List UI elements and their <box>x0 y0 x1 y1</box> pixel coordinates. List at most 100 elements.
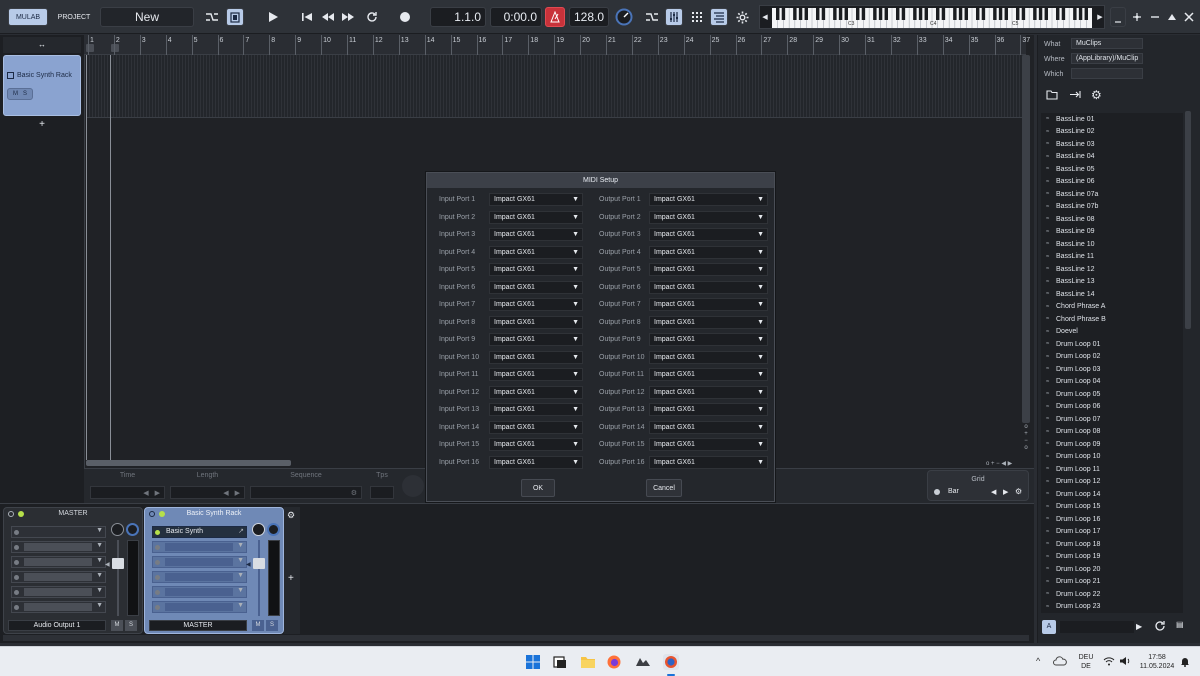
preview-slider[interactable] <box>1060 621 1134 633</box>
rewind-icon[interactable] <box>319 8 337 26</box>
clip-list-item[interactable]: ≈ Drum Loop 22 <box>1041 588 1183 601</box>
input-port-select[interactable]: Impact GX61 ▼ <box>489 333 583 346</box>
add-strip-button[interactable]: + <box>288 573 294 584</box>
horizontal-scrollbar[interactable] <box>86 460 291 466</box>
wifi-icon[interactable] <box>1103 656 1115 668</box>
octave-up-icon[interactable]: ▶ <box>1095 13 1105 23</box>
track-lane[interactable] <box>86 55 1026 118</box>
clip-list-item[interactable]: ≈ Drum Loop 21 <box>1041 576 1183 589</box>
insert-slot[interactable]: ▼ <box>11 586 106 598</box>
output-port-select[interactable]: Impact GX61 ▼ <box>649 455 768 469</box>
time-display[interactable]: 0:00.0 <box>490 7 542 27</box>
clip-list-item[interactable]: ≈ Chord Phrase B <box>1041 313 1183 326</box>
clip-list-item[interactable]: ≈ BassLine 05 <box>1041 163 1183 176</box>
pan-knob[interactable] <box>252 523 265 536</box>
volume-fader[interactable] <box>112 558 124 569</box>
insert-slot[interactable]: ▼ <box>11 556 106 568</box>
clip-list-item[interactable]: ≈ Drum Loop 17 <box>1041 526 1183 539</box>
length-field[interactable]: ◀ ▶ <box>170 486 245 499</box>
time-field[interactable]: ◀ ▶ <box>90 486 165 499</box>
clip-list-item[interactable]: ≈ Drum Loop 20 <box>1041 563 1183 576</box>
octave-down-icon[interactable]: ◀ <box>760 13 770 23</box>
fast-forward-icon[interactable] <box>339 8 357 26</box>
sequence-gear-icon[interactable]: ⚙ <box>351 489 357 497</box>
arrow-right-icon[interactable]: ▶ <box>235 489 240 497</box>
windows-start-icon[interactable] <box>526 655 540 669</box>
tempo-display[interactable]: 128.0 <box>569 7 609 27</box>
clip-list-item[interactable]: ≈ Doevel <box>1041 326 1183 339</box>
record-icon[interactable] <box>396 8 414 26</box>
clip-list-item[interactable]: ≈ Drum Loop 15 <box>1041 501 1183 514</box>
arrow-right-icon[interactable]: ▶ <box>155 489 160 497</box>
timeline-ruler[interactable]: 1 2 3 4 5 6 7 8 9 10 11 12 13 14 15 16 17 18 19 20 21 22 23 24 2… <box>84 35 1030 55</box>
panel-toggle-icon[interactable] <box>1110 7 1126 27</box>
pan-knob[interactable] <box>111 523 124 536</box>
input-port-select[interactable]: Impact GX61 ▼ <box>489 263 583 276</box>
track-mute-button[interactable]: M <box>13 91 18 97</box>
knob[interactable] <box>402 475 424 497</box>
output-port-select[interactable]: Impact GX61 ▼ <box>649 420 768 434</box>
pin-icon[interactable] <box>1130 8 1144 26</box>
input-port-select[interactable]: Impact GX61 ▼ <box>489 403 583 416</box>
clip-list-item[interactable]: ≈ Drum Loop 02 <box>1041 351 1183 364</box>
clip-list-item[interactable]: ≈ BassLine 07b <box>1041 201 1183 214</box>
output-port-select[interactable]: Impact GX61 ▼ <box>649 280 768 294</box>
firefox-icon[interactable] <box>607 655 621 669</box>
clip-list-item[interactable]: ≈ Drum Loop 05 <box>1041 388 1183 401</box>
input-port-select[interactable]: Impact GX61 ▼ <box>489 228 583 241</box>
input-language[interactable]: DEU DE <box>1077 653 1095 671</box>
insert-slot[interactable]: ▼ <box>152 586 247 598</box>
what-field[interactable]: MuClips <box>1071 38 1143 49</box>
grid-prev-icon[interactable]: ◀ <box>991 488 996 496</box>
clip-list-item[interactable]: ≈ Drum Loop 12 <box>1041 476 1183 489</box>
mixer-view-icon[interactable] <box>665 8 683 26</box>
output-port-select[interactable]: Impact GX61 ▼ <box>649 315 768 329</box>
clip-list-item[interactable]: ≈ Drum Loop 01 <box>1041 338 1183 351</box>
clip-list-item[interactable]: ≈ Drum Loop 04 <box>1041 376 1183 389</box>
clip-list-item[interactable]: ≈ Drum Loop 11 <box>1041 463 1183 476</box>
position-display[interactable]: 1.1.0 <box>430 7 486 27</box>
tab-project[interactable]: PROJECT <box>52 8 96 26</box>
send-knob[interactable] <box>267 523 280 536</box>
input-port-select[interactable]: Impact GX61 ▼ <box>489 350 583 364</box>
mixer-gear-icon[interactable]: ⚙ <box>287 510 295 521</box>
track-header[interactable]: Basic Synth Rack M S <box>3 55 81 116</box>
clip-list-item[interactable]: ≈ Chord Phrase A <box>1041 301 1183 314</box>
browser-gear-icon[interactable]: ⚙ <box>1091 88 1102 102</box>
metronome-icon[interactable] <box>545 7 565 27</box>
output-port-select[interactable]: Impact GX61 ▼ <box>649 193 768 206</box>
insert-slot[interactable]: ▼ <box>152 556 247 568</box>
folder-icon[interactable] <box>1046 89 1058 102</box>
track-width-toggle[interactable]: ↔ <box>3 37 81 53</box>
arrow-left-icon[interactable]: ◀ <box>143 489 148 497</box>
list-view-icon[interactable]: ▤ <box>1176 620 1184 629</box>
master-mute-button[interactable]: M <box>111 620 123 631</box>
output-port-select[interactable]: Impact GX61 ▼ <box>649 333 768 346</box>
input-port-select[interactable]: Impact GX61 ▼ <box>489 245 583 259</box>
clip-list-item[interactable]: ≈ BassLine 03 <box>1041 138 1183 151</box>
output-port-select[interactable]: Impact GX61 ▼ <box>649 210 768 224</box>
clip-list-item[interactable]: ≈ BassLine 08 <box>1041 213 1183 226</box>
rack-mute-button[interactable]: M <box>252 620 264 631</box>
track-solo-button[interactable]: S <box>23 91 27 97</box>
input-port-select[interactable]: Impact GX61 ▼ <box>489 315 583 329</box>
zoom-controls[interactable]: o + − o <box>1022 424 1030 460</box>
insert-slot[interactable]: ▼ <box>11 526 106 538</box>
clip-list-item[interactable]: ≈ Drum Loop 08 <box>1041 426 1183 439</box>
grid-gear-icon[interactable]: ⚙ <box>1015 487 1022 496</box>
output-port-select[interactable]: Impact GX61 ▼ <box>649 228 768 241</box>
clip-list-item[interactable]: ≈ Drum Loop 23 <box>1041 601 1183 614</box>
minimize-icon[interactable] <box>1148 8 1162 26</box>
which-field[interactable] <box>1071 68 1143 79</box>
clip-list-item[interactable]: ≈ BassLine 14 <box>1041 288 1183 301</box>
insert-slot[interactable]: ▼ <box>11 571 106 583</box>
input-port-select[interactable]: Impact GX61 ▼ <box>489 193 583 206</box>
browser-view-icon[interactable] <box>710 8 728 26</box>
clip-list-item[interactable]: ≈ Drum Loop 19 <box>1041 551 1183 564</box>
open-editor-icon[interactable]: ↗ <box>238 527 244 535</box>
where-field[interactable]: (AppLibrary)/MuClip <box>1071 53 1143 64</box>
clip-list-item[interactable]: ≈ BassLine 02 <box>1041 126 1183 139</box>
insert-slot[interactable]: ▼ <box>11 601 106 613</box>
go-to-start-icon[interactable] <box>299 8 315 26</box>
tab-mulab[interactable]: MULAB <box>8 8 48 26</box>
